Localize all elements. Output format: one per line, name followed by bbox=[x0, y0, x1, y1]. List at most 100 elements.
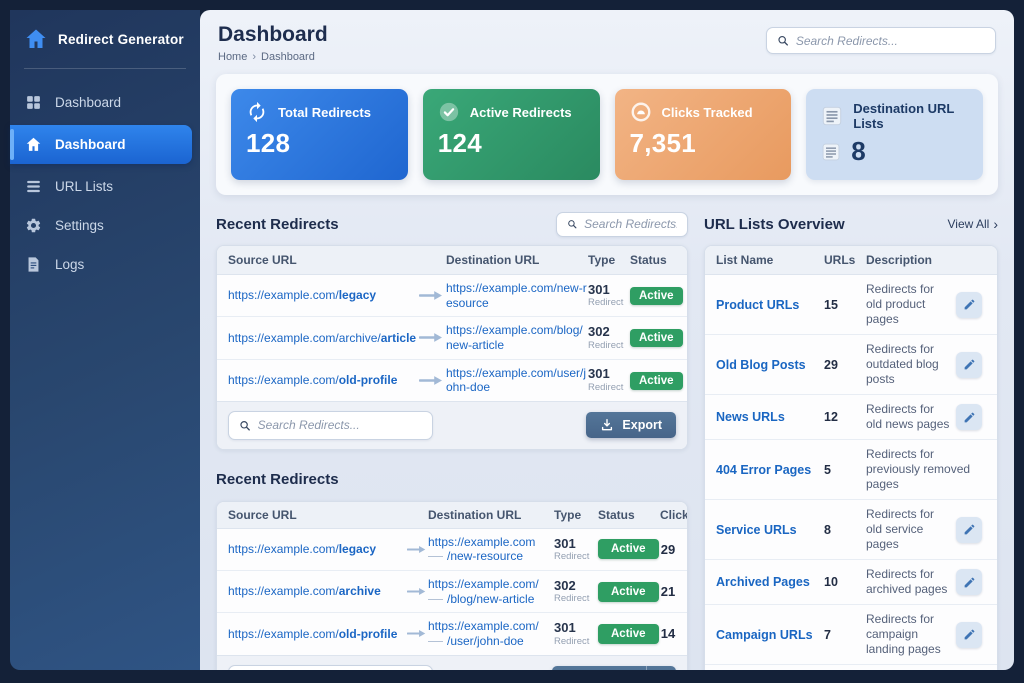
redirect-row: https://example.com/old-profile https://e… bbox=[217, 359, 687, 401]
pencil-icon bbox=[963, 628, 976, 641]
url-count: 15 bbox=[824, 298, 862, 312]
footer-search-input[interactable] bbox=[258, 418, 422, 432]
source-url-link[interactable]: https://example.com/old-profile bbox=[228, 627, 404, 642]
app-title: Redirect Generator bbox=[58, 32, 184, 47]
sync-icon bbox=[246, 101, 268, 123]
global-search-input[interactable] bbox=[796, 34, 985, 48]
redirect-row: https://example.com/legacy https://exampl… bbox=[217, 275, 687, 316]
right-column: URL Lists Overview View All › List Name … bbox=[704, 209, 998, 670]
search-icon bbox=[239, 419, 251, 432]
url-list-row: Product URLs15Redirects for old product … bbox=[705, 275, 997, 334]
stat-card-clicks-tracked: Clicks Tracked7,351 bbox=[615, 89, 792, 180]
table-footer: Export bbox=[217, 401, 687, 449]
global-search[interactable] bbox=[766, 27, 996, 54]
list-name-link[interactable]: Old Blog Posts bbox=[716, 358, 820, 372]
export-button[interactable]: Export bbox=[552, 666, 638, 670]
app-frame: Redirect Generator DashboardDashboardURL… bbox=[0, 0, 1024, 683]
source-url-link[interactable]: https://example.com/old-profile bbox=[228, 373, 416, 388]
sidebar-item-settings[interactable]: Settings bbox=[10, 206, 200, 245]
arrow-right-icon bbox=[416, 332, 446, 343]
url-count: 8 bbox=[824, 523, 862, 537]
list-icon bbox=[25, 178, 42, 195]
source-url-link[interactable]: https://example.com/legacy bbox=[228, 288, 416, 303]
column-status: Status bbox=[598, 508, 660, 522]
sidebar-item-label: Settings bbox=[55, 218, 104, 233]
view-all-link[interactable]: View All › bbox=[948, 217, 998, 231]
breadcrumb-home[interactable]: Home bbox=[218, 51, 247, 63]
redirect-row: https://example.com/legacy https://exampl… bbox=[217, 529, 687, 570]
table-header: Source URL Destination URL Type Status C… bbox=[217, 502, 687, 529]
stat-label: Total Redirects bbox=[278, 105, 371, 120]
column-type: Type bbox=[588, 253, 630, 267]
list-stack-icon bbox=[821, 105, 843, 127]
list-name-link[interactable]: News URLs bbox=[716, 410, 820, 424]
export-button[interactable]: Export bbox=[586, 412, 676, 438]
table-header: List Name URLs Description bbox=[705, 246, 997, 275]
edit-list-button[interactable] bbox=[956, 569, 982, 595]
column-destination-url: Destination URL bbox=[428, 508, 554, 522]
destination-url-link[interactable]: https://example.com/blog/new-article bbox=[446, 323, 588, 352]
destination-url-link[interactable]: https://example.com//blog/new-article bbox=[428, 577, 554, 606]
arrow-right-icon bbox=[404, 544, 428, 555]
edit-list-button[interactable] bbox=[956, 292, 982, 318]
table-search-input[interactable] bbox=[584, 217, 677, 231]
view-all-label: View All bbox=[948, 217, 990, 231]
export-split-button: Export bbox=[552, 666, 676, 670]
sidebar-item-label: Dashboard bbox=[55, 95, 121, 110]
section-title: URL Lists Overview bbox=[704, 216, 845, 233]
clicks-count: 21 bbox=[660, 584, 676, 599]
sidebar-item-dashboard[interactable]: Dashboard bbox=[10, 83, 200, 122]
url-list-row: Event URLs6Redirects for past event URLs bbox=[705, 664, 997, 670]
url-count: 29 bbox=[824, 358, 862, 372]
destination-url-link[interactable]: https://example.com//user/john-doe bbox=[428, 619, 554, 648]
source-url-link[interactable]: https://example.com/legacy bbox=[228, 542, 404, 557]
export-dropdown-toggle[interactable] bbox=[646, 666, 676, 670]
list-name-link[interactable]: Archived Pages bbox=[716, 575, 820, 589]
stat-value: 124 bbox=[438, 128, 482, 159]
footer-search[interactable] bbox=[228, 665, 433, 671]
sidebar-item-url-lists[interactable]: URL Lists bbox=[10, 167, 200, 206]
chevron-right-icon: › bbox=[993, 217, 998, 231]
column-list-name: List Name bbox=[716, 253, 820, 267]
clicks-count: 29 bbox=[660, 542, 676, 557]
redirect-type: 302Redirect bbox=[554, 579, 598, 604]
destination-url-link[interactable]: https://example.com/user/john-doe bbox=[446, 366, 588, 395]
list-name-link[interactable]: Campaign URLs bbox=[716, 628, 820, 642]
footer-search[interactable] bbox=[228, 411, 433, 440]
sidebar-item-logs[interactable]: Logs bbox=[10, 245, 200, 284]
edit-list-button[interactable] bbox=[956, 352, 982, 378]
export-label: Export bbox=[622, 418, 662, 432]
stat-card-active-redirects: Active Redirects124 bbox=[423, 89, 600, 180]
list-description: Redirects for previously removed pages bbox=[866, 447, 986, 492]
source-url-link[interactable]: https://example.com/archive/article bbox=[228, 331, 416, 346]
sidebar-item-label: Logs bbox=[55, 257, 84, 272]
destination-url-link[interactable]: https://example.com/new-resource bbox=[428, 535, 554, 564]
url-count: 7 bbox=[824, 628, 862, 642]
list-name-link[interactable]: 404 Error Pages bbox=[716, 463, 820, 477]
gear-icon bbox=[25, 217, 42, 234]
sidebar-divider bbox=[24, 68, 186, 69]
column-description: Description bbox=[866, 253, 952, 267]
edit-list-button[interactable] bbox=[956, 517, 982, 543]
arrow-right-icon bbox=[404, 628, 428, 639]
edit-list-button[interactable] bbox=[956, 622, 982, 648]
page-header: Dashboard Home › Dashboard bbox=[200, 10, 1014, 65]
redirect-type: 301Redirect bbox=[588, 367, 630, 392]
pencil-icon bbox=[963, 523, 976, 536]
destination-url-link[interactable]: https://example.com/new-resource bbox=[446, 281, 588, 310]
edit-list-button[interactable] bbox=[956, 404, 982, 430]
grid-icon bbox=[25, 94, 42, 111]
source-url-link[interactable]: https://example.com/archive bbox=[228, 584, 404, 599]
list-name-link[interactable]: Service URLs bbox=[716, 523, 820, 537]
list-description: Redirects for old news pages bbox=[866, 402, 952, 432]
search-icon bbox=[567, 218, 577, 230]
table-search[interactable] bbox=[556, 212, 688, 237]
url-lists-header: URL Lists Overview View All › bbox=[704, 209, 998, 239]
url-list-row: 404 Error Pages5Redirects for previously… bbox=[705, 439, 997, 499]
sidebar-item-dashboard[interactable]: Dashboard bbox=[10, 125, 192, 164]
arrow-right-icon bbox=[416, 375, 446, 386]
url-lists-table: List Name URLs Description Product URLs 1… bbox=[704, 245, 998, 670]
url-count: 12 bbox=[824, 410, 862, 424]
list-name-link[interactable]: Product URLs bbox=[716, 298, 820, 312]
list-stack-icon bbox=[821, 142, 841, 162]
